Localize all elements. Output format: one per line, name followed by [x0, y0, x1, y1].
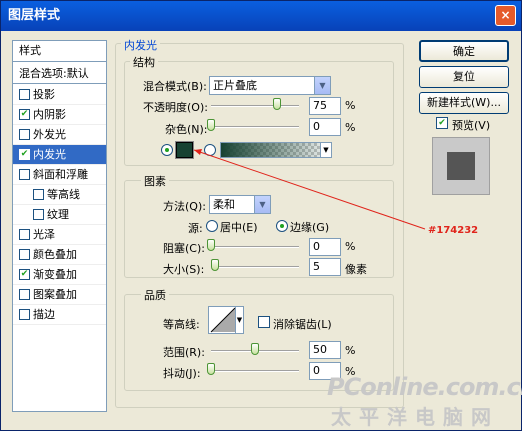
- watermark-text: 太平洋电脑网: [331, 405, 499, 429]
- layer-style-dialog: 图层样式 × 样式 混合选项:默认 投影 ✔ 内阴影 外发光 ✔ 内发光 斜面和浮雕 等高线纹…: [0, 0, 522, 431]
- watermark-logo: PConline.com.cn: [327, 373, 522, 401]
- annotation-label: #174232: [428, 225, 479, 236]
- arrowhead-icon: [194, 149, 202, 155]
- annotation-line: [193, 149, 426, 230]
- annotation-arrow: [193, 149, 426, 230]
